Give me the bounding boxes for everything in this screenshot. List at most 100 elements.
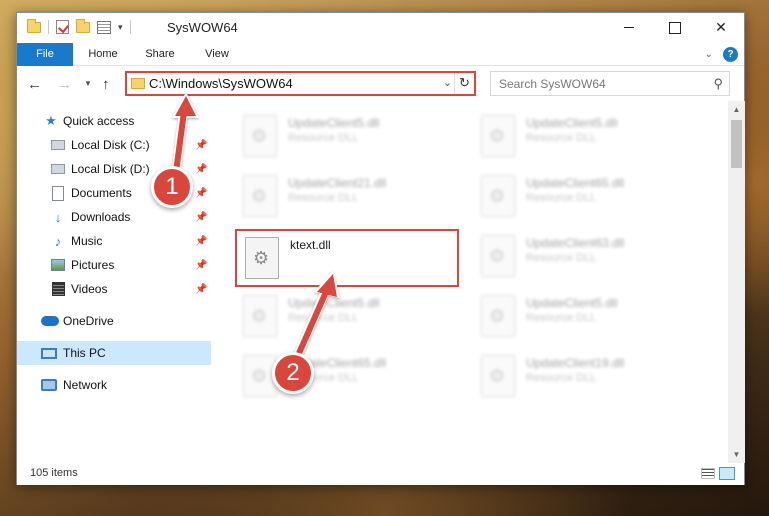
- window-title: SysWOW64: [167, 20, 238, 35]
- file-tile[interactable]: UpdateClient65.dll Resource DLL: [473, 169, 697, 227]
- computer-icon: [41, 347, 57, 359]
- file-tile[interactable]: UpdateClient5.dll Resource DLL: [473, 109, 697, 167]
- title-bar: ▾ SysWOW64 ✕: [17, 13, 744, 43]
- file-name: UpdateClient5.dll: [288, 296, 380, 310]
- sidebar-item-videos[interactable]: Videos 📌: [17, 277, 211, 301]
- recent-locations-caret-icon[interactable]: ▼: [84, 79, 92, 88]
- tiles-view-icon[interactable]: [719, 467, 735, 480]
- address-history-caret-icon[interactable]: ⌄: [443, 76, 452, 89]
- file-type: Resource DLL: [526, 192, 597, 204]
- tab-share[interactable]: Share: [138, 43, 182, 66]
- sidebar-item-label: Network: [63, 378, 108, 392]
- folder-icon[interactable]: [27, 18, 41, 33]
- file-name: UpdateClient5.dll: [288, 116, 380, 130]
- pin-icon[interactable]: 📌: [195, 284, 207, 295]
- dll-file-icon: [243, 115, 277, 157]
- scroll-down-icon[interactable]: ▼: [728, 446, 745, 463]
- sidebar-item-this-pc[interactable]: This PC: [17, 341, 211, 365]
- sidebar-item-label: Music: [71, 234, 103, 248]
- pin-icon[interactable]: 📌: [195, 236, 207, 247]
- minimize-button[interactable]: [606, 13, 652, 42]
- file-type: Resource DLL: [526, 132, 597, 144]
- help-icon[interactable]: ?: [723, 47, 738, 62]
- close-button[interactable]: ✕: [698, 13, 744, 42]
- pin-icon[interactable]: 📌: [195, 188, 207, 199]
- file-tile[interactable]: UpdateClient5.dll Resource DLL: [473, 289, 697, 347]
- navigation-pane: ★ Quick access Local Disk (C:) 📌 Local D…: [17, 101, 211, 461]
- vertical-scrollbar[interactable]: ▲ ▼: [728, 101, 745, 463]
- dll-file-icon: [481, 175, 515, 217]
- file-type: Resource DLL: [288, 192, 359, 204]
- ribbon-controls: ⌄ ?: [705, 47, 738, 62]
- maximize-button[interactable]: [652, 13, 698, 42]
- dll-file-icon: [243, 295, 277, 337]
- search-input[interactable]: Search SysWOW64: [499, 77, 606, 91]
- customize-toolbar-caret-icon[interactable]: ▾: [118, 22, 123, 33]
- file-type: Resource DLL: [288, 132, 359, 144]
- music-icon: ♪: [54, 233, 62, 249]
- pin-icon[interactable]: 📌: [195, 140, 207, 151]
- sidebar-item-music[interactable]: ♪ Music 📌: [17, 229, 211, 253]
- network-icon: [41, 379, 57, 391]
- sidebar-item-downloads[interactable]: ↓ Downloads 📌: [17, 205, 211, 229]
- toolbar-divider: [129, 20, 131, 34]
- properties-check-icon[interactable]: [56, 20, 69, 34]
- file-type: Resource DLL: [526, 312, 597, 324]
- address-path[interactable]: C:\Windows\SysWOW64: [149, 76, 293, 91]
- details-view-icon[interactable]: [701, 468, 715, 479]
- file-tile[interactable]: UpdateClient65.dll Resource DLL: [235, 349, 459, 407]
- back-arrow-icon[interactable]: ←: [27, 76, 42, 93]
- file-name: UpdateClient63.dll: [526, 236, 625, 250]
- disk-icon: [51, 164, 65, 174]
- scroll-thumb[interactable]: [731, 120, 742, 168]
- status-bar: 105 items: [17, 463, 744, 485]
- sidebar-item-network[interactable]: Network: [17, 373, 211, 397]
- pin-icon[interactable]: 📌: [195, 260, 207, 271]
- search-box[interactable]: Search SysWOW64 ⚲: [490, 71, 730, 96]
- dll-file-icon: [481, 115, 515, 157]
- file-explorer-window: ▾ SysWOW64 ✕ File Home Share View ⌄ ? ← …: [16, 12, 745, 485]
- scroll-up-icon[interactable]: ▲: [728, 101, 745, 118]
- file-name: ktext.dll: [290, 238, 331, 252]
- new-folder-icon[interactable]: [76, 18, 90, 33]
- tab-home[interactable]: Home: [81, 43, 125, 66]
- dll-file-icon: [245, 237, 279, 279]
- pictures-icon: [51, 259, 65, 271]
- refresh-icon[interactable]: ↻: [454, 73, 474, 94]
- file-name: UpdateClient5.dll: [526, 116, 618, 130]
- address-bar[interactable]: C:\Windows\SysWOW64 ⌄ ↻: [125, 71, 476, 96]
- pin-icon[interactable]: 📌: [195, 164, 207, 175]
- pin-icon[interactable]: 📌: [195, 212, 207, 223]
- dll-file-icon: [243, 175, 277, 217]
- folder-icon: [131, 78, 145, 89]
- file-type: Resource DLL: [526, 372, 597, 384]
- sidebar-item-pictures[interactable]: Pictures 📌: [17, 253, 211, 277]
- forward-arrow-icon[interactable]: →: [57, 76, 72, 93]
- properties-icon[interactable]: [97, 20, 111, 34]
- tab-view[interactable]: View: [195, 43, 239, 66]
- file-tile[interactable]: UpdateClient19.dll Resource DLL: [473, 349, 697, 407]
- step-badge-2: 2: [272, 352, 314, 394]
- up-arrow-icon[interactable]: ↑: [102, 76, 110, 93]
- item-count: 105 items: [30, 467, 78, 479]
- sidebar-item-quick-access[interactable]: ★ Quick access: [17, 109, 211, 133]
- sidebar-item-label: Local Disk (D:): [71, 162, 150, 176]
- expand-ribbon-icon[interactable]: ⌄: [705, 49, 713, 60]
- ribbon-tabs: File Home Share View ⌄ ?: [17, 43, 744, 66]
- disk-icon: [51, 140, 65, 150]
- sidebar-item-label: Downloads: [71, 210, 131, 224]
- tab-file[interactable]: File: [17, 43, 73, 66]
- search-icon[interactable]: ⚲: [713, 76, 723, 92]
- file-tile[interactable]: UpdateClient21.dll Resource DLL: [235, 169, 459, 227]
- sidebar-item-label: Pictures: [71, 258, 115, 272]
- file-type: Resource DLL: [288, 312, 359, 324]
- download-icon: ↓: [54, 209, 62, 225]
- file-tile-ktext[interactable]: ktext.dll: [235, 229, 459, 287]
- file-tile[interactable]: UpdateClient63.dll Resource DLL: [473, 229, 697, 287]
- star-icon: ★: [45, 113, 57, 128]
- sidebar-item-local-disk-c[interactable]: Local Disk (C:) 📌: [17, 133, 211, 157]
- dll-file-icon: [481, 295, 515, 337]
- file-tile[interactable]: UpdateClient5.dll Resource DLL: [235, 109, 459, 167]
- file-tile[interactable]: UpdateClient5.dll Resource DLL: [235, 289, 459, 347]
- sidebar-item-onedrive[interactable]: OneDrive: [17, 309, 211, 333]
